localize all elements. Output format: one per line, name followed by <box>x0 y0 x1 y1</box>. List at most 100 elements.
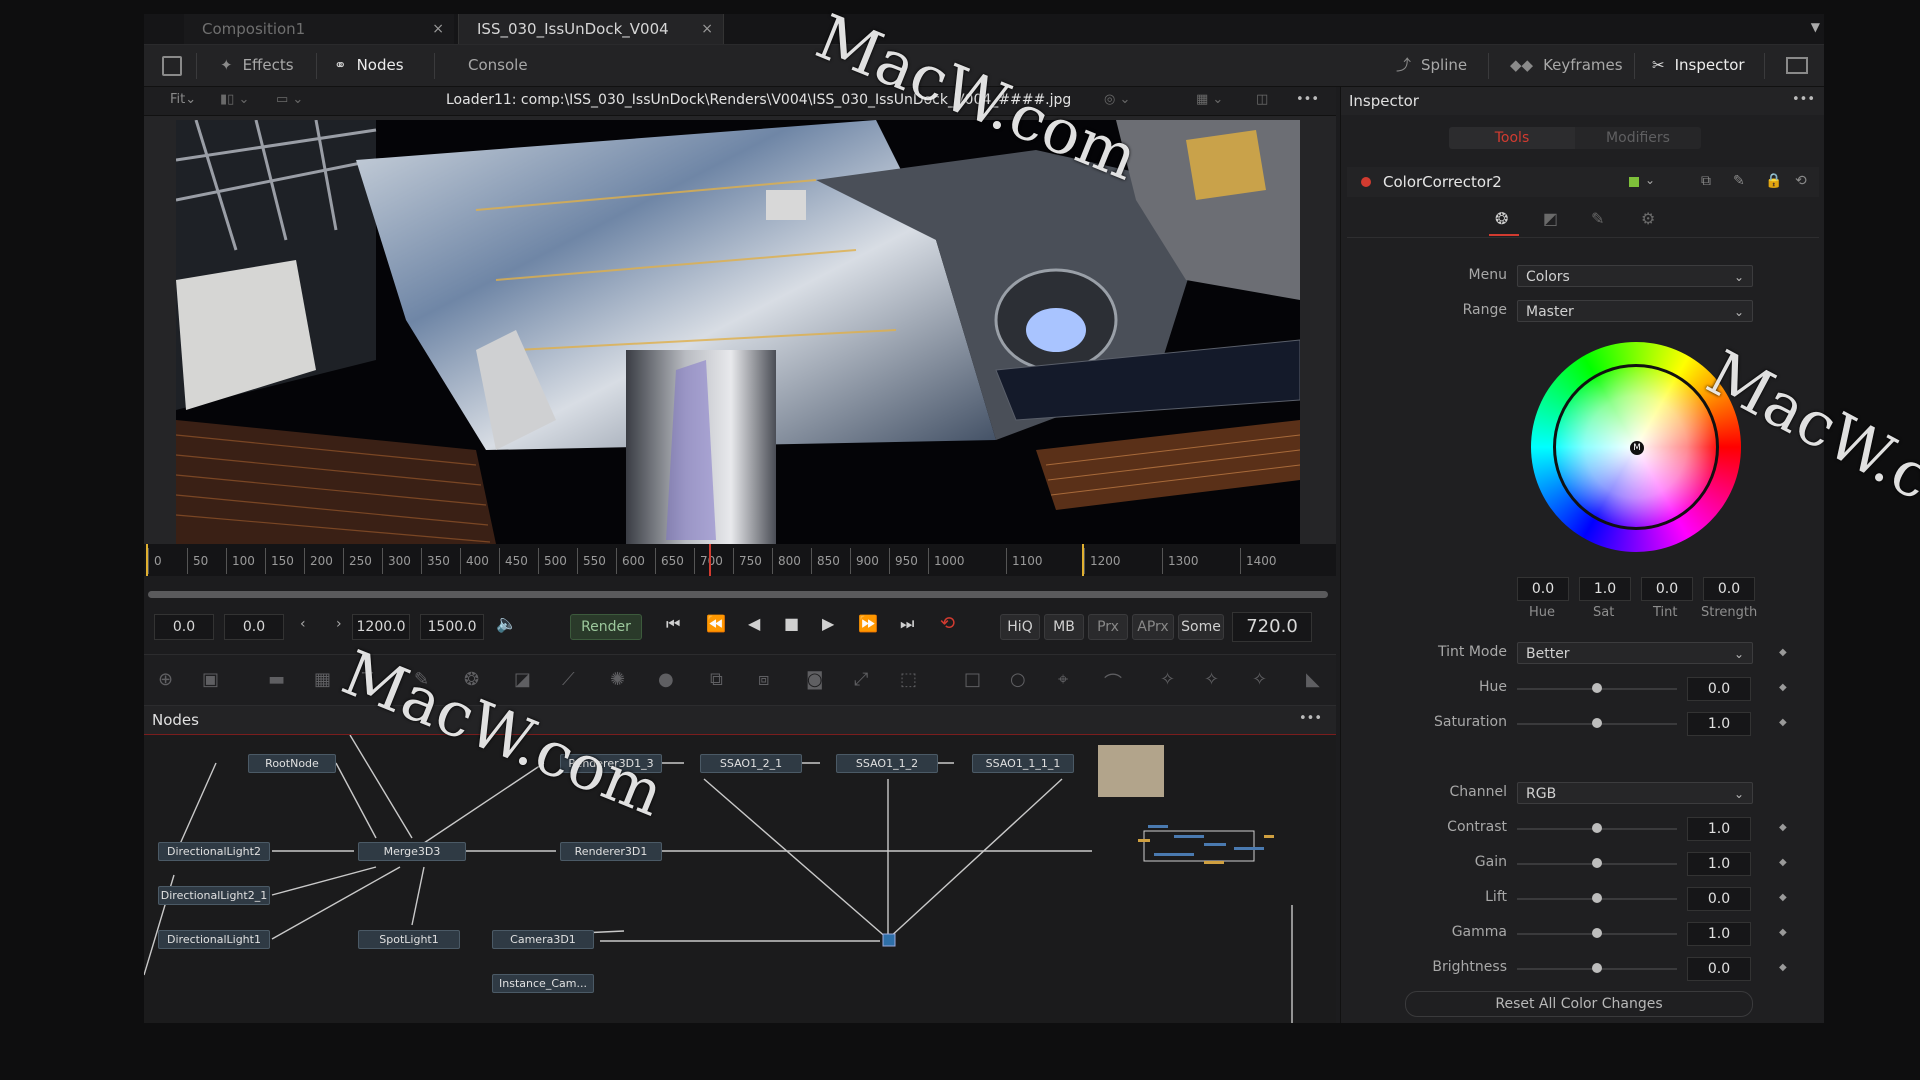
hue-value[interactable]: 0.0 <box>1687 677 1751 701</box>
tint-mode-dropdown[interactable]: Better ⌄ <box>1517 642 1753 664</box>
panel-toggle-icon[interactable] <box>162 56 182 76</box>
chevron-down-icon[interactable]: ⌄ <box>1645 173 1655 187</box>
chevron-left-icon[interactable]: ‹ <box>300 616 306 632</box>
keyframe-diamond-icon[interactable]: ◆ <box>1779 927 1787 938</box>
tab-iss-030-issundock[interactable]: ISS_030_IssUnDock_V004 × <box>458 14 724 44</box>
node-directionallight2-1[interactable]: DirectionalLight2_1 <box>158 886 270 905</box>
close-icon[interactable]: × <box>701 14 713 44</box>
split-icon[interactable]: ◫ <box>1256 92 1268 107</box>
keyframe-diamond-icon[interactable]: ◆ <box>1779 962 1787 973</box>
mb-button[interactable]: MB <box>1044 614 1084 640</box>
controls-tab-icon[interactable]: ❂ <box>1495 209 1508 228</box>
tool-header[interactable]: ColorCorrector2 ⌄ ⧉ ✎ 🔒 ⟲ <box>1347 167 1819 197</box>
node-directionallight2[interactable]: DirectionalLight2 <box>158 842 270 861</box>
global-end-field[interactable]: 1500.0 <box>420 614 484 640</box>
rectangle-icon[interactable]: □ <box>964 669 981 690</box>
lut-icon[interactable]: ▭ ⌄ <box>276 92 303 107</box>
reset-all-color-changes-button[interactable]: Reset All Color Changes <box>1405 991 1753 1017</box>
node-renderer3d1[interactable]: Renderer3D1 <box>560 842 662 861</box>
color-swatch-icon[interactable] <box>1629 177 1639 187</box>
range-dropdown[interactable]: Master ⌄ <box>1517 300 1753 322</box>
polygon-icon[interactable]: ⌖ <box>1058 669 1068 690</box>
node-camera3d1[interactable]: Camera3D1 <box>492 930 594 949</box>
slider-knob[interactable] <box>1592 718 1602 728</box>
matte-icon[interactable]: ◙ <box>806 669 823 690</box>
console-button[interactable]: Console <box>468 45 528 86</box>
loader-icon[interactable]: ⊕ <box>158 669 173 690</box>
nodes-button[interactable]: ⚭ Nodes <box>334 45 404 86</box>
contrast-slider[interactable] <box>1517 823 1677 833</box>
node-directionallight1[interactable]: DirectionalLight1 <box>158 930 270 949</box>
slider-knob[interactable] <box>1592 963 1602 973</box>
step-back-icon[interactable]: ⏪ <box>706 614 726 633</box>
global-start-field[interactable]: 0.0 <box>154 614 214 640</box>
wheel-hue-value[interactable]: 0.0 <box>1517 577 1569 601</box>
wheel-strength-value[interactable]: 0.0 <box>1703 577 1755 601</box>
node-graph[interactable]: RootNode DirectionalLight2 DirectionalLi… <box>144 735 1336 1023</box>
gain-value[interactable]: 1.0 <box>1687 852 1751 876</box>
lock-icon[interactable]: 🔒 <box>1765 173 1782 189</box>
pin-icon[interactable]: ✎ <box>1733 173 1745 189</box>
keyframe-diamond-icon[interactable]: ◆ <box>1779 822 1787 833</box>
keyframe-diamond-icon[interactable]: ◆ <box>1779 647 1787 658</box>
close-icon[interactable]: × <box>432 14 444 44</box>
shape3d-icon[interactable]: ✧ <box>1160 669 1175 690</box>
ranges-tab-icon[interactable]: ◩ <box>1543 209 1558 228</box>
play-reverse-icon[interactable]: ◀ <box>748 614 760 633</box>
render-range-end-marker[interactable] <box>1082 544 1084 576</box>
loop-icon[interactable]: ⟲ <box>940 613 955 634</box>
current-frame-field[interactable]: 720.0 <box>1232 612 1312 642</box>
gamma-value[interactable]: 1.0 <box>1687 922 1751 946</box>
lift-value[interactable]: 0.0 <box>1687 887 1751 911</box>
contrast-value[interactable]: 1.0 <box>1687 817 1751 841</box>
wheel-tint-value[interactable]: 0.0 <box>1641 577 1693 601</box>
settings-tab-icon[interactable]: ⚙ <box>1641 209 1655 228</box>
inspector-more-button[interactable]: ••• <box>1792 92 1815 107</box>
keyframe-diamond-icon[interactable]: ◆ <box>1779 892 1787 903</box>
saver-icon[interactable]: ▣ <box>202 669 219 690</box>
slider-knob[interactable] <box>1592 928 1602 938</box>
slider-knob[interactable] <box>1592 683 1602 693</box>
keyframes-button[interactable]: ◆◆ Keyframes <box>1510 45 1623 86</box>
color-curves-icon[interactable]: ⟋ <box>562 669 575 690</box>
menu-dropdown[interactable]: Colors ⌄ <box>1517 265 1753 287</box>
color-corrector-icon[interactable]: ✺ <box>610 669 625 690</box>
monitor-icon[interactable] <box>1786 57 1808 74</box>
node-spotlight1[interactable]: SpotLight1 <box>358 930 460 949</box>
lift-slider[interactable] <box>1517 893 1677 903</box>
chevron-right-icon[interactable]: › <box>336 616 342 632</box>
spline-button[interactable]: ⤴ Spline <box>1396 45 1467 86</box>
roi-icon[interactable]: ◎ ⌄ <box>1104 92 1130 107</box>
options-tab-icon[interactable]: ✎ <box>1591 209 1604 228</box>
reset-icon[interactable]: ⟲ <box>1795 173 1807 189</box>
tab-modifiers[interactable]: Modifiers <box>1575 127 1701 149</box>
version-icon[interactable]: ⧉ <box>1701 173 1711 189</box>
tab-composition1[interactable]: Composition1 × <box>184 14 454 44</box>
time-ruler[interactable]: 0 50 100 150 200 250 300 350 400 450 500… <box>144 544 1336 576</box>
go-to-start-icon[interactable]: ⏮ <box>666 614 680 634</box>
gain-slider[interactable] <box>1517 858 1677 868</box>
node-merge3d3[interactable]: Merge3D3 <box>358 842 466 861</box>
render-button[interactable]: Render <box>570 614 642 640</box>
saturation-value[interactable]: 1.0 <box>1687 712 1751 736</box>
renderer3d-icon[interactable]: ✧ <box>1252 669 1267 690</box>
ellipse-icon[interactable]: ○ <box>1010 669 1026 690</box>
fit-dropdown[interactable]: Fit⌄ <box>170 92 196 107</box>
transform-icon[interactable]: ⧈ <box>758 669 769 690</box>
tool-active-dot[interactable] <box>1361 177 1371 187</box>
grid-icon[interactable]: ▦ ⌄ <box>1196 92 1223 107</box>
viewer-panel[interactable] <box>144 116 1336 544</box>
brightness-contrast-icon[interactable]: ◪ <box>514 669 531 690</box>
audio-icon[interactable]: 🔈 <box>496 614 517 634</box>
camera3d-icon[interactable]: ◣ <box>1306 669 1320 690</box>
slider-knob[interactable] <box>1592 858 1602 868</box>
brightness-slider[interactable] <box>1517 963 1677 973</box>
effects-button[interactable]: ✦ Effects <box>220 45 294 86</box>
fastnoise-icon[interactable]: ▦ <box>314 669 331 690</box>
slider-knob[interactable] <box>1592 893 1602 903</box>
channel-icon[interactable]: ▮▯ ⌄ <box>220 92 249 107</box>
playhead[interactable] <box>709 544 711 576</box>
render-range-start-marker[interactable] <box>146 544 148 576</box>
step-forward-icon[interactable]: ⏩ <box>858 614 878 633</box>
slider-knob[interactable] <box>1592 823 1602 833</box>
